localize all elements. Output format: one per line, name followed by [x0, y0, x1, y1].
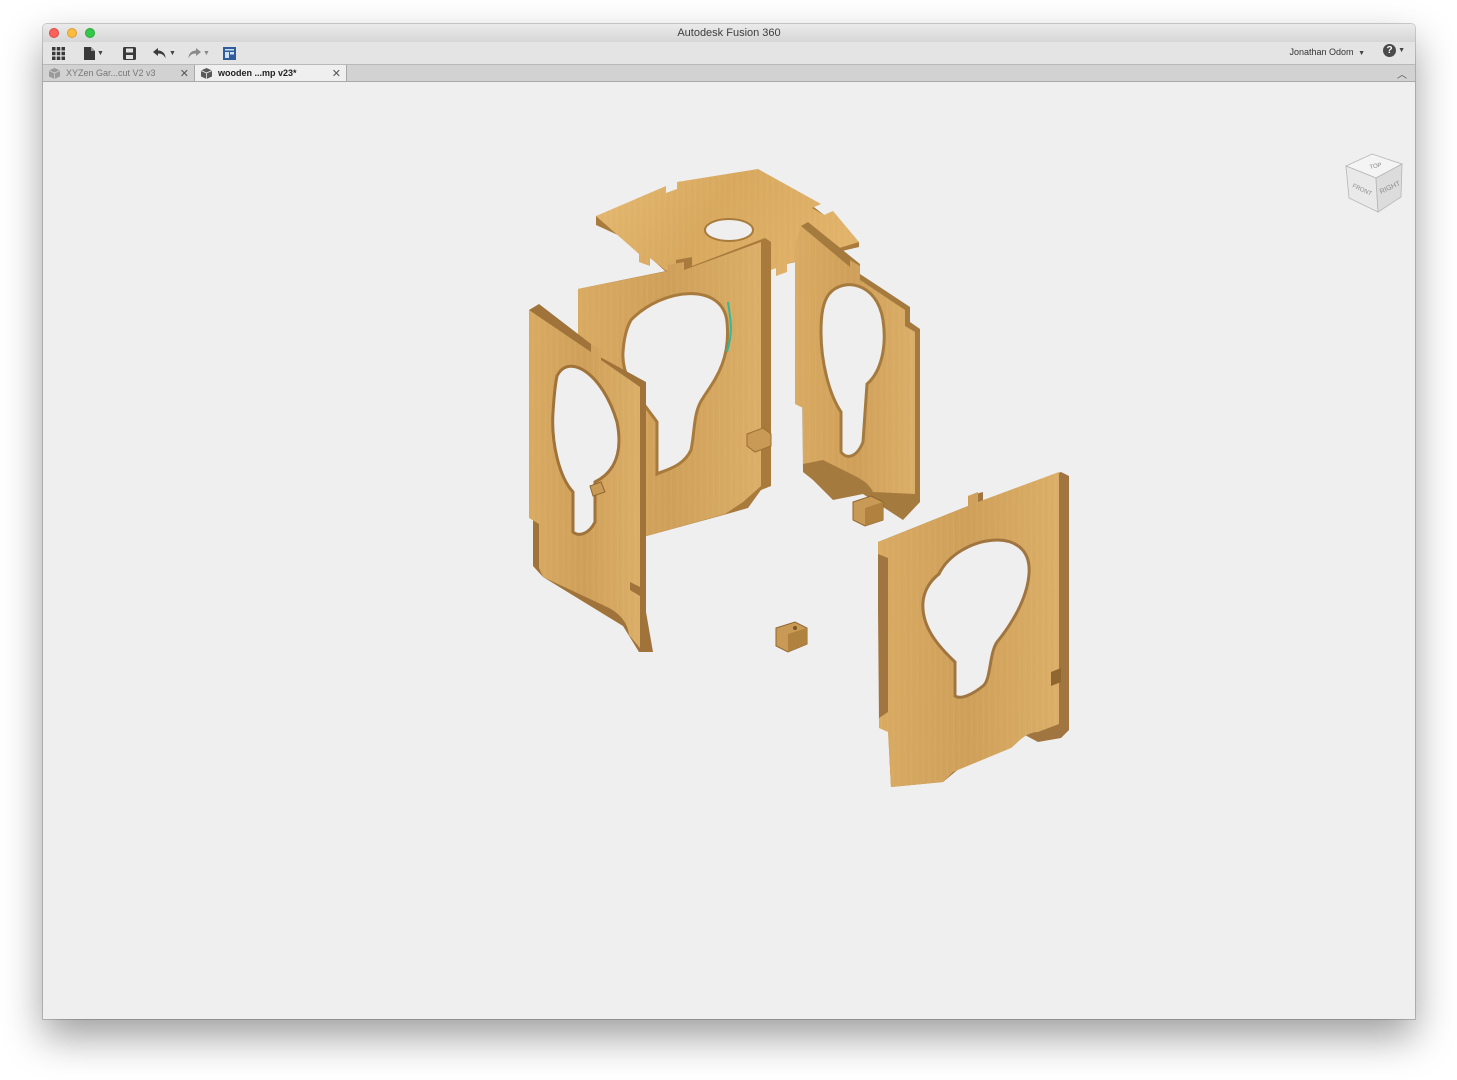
user-name: Jonathan Odom — [1289, 47, 1354, 57]
chevron-down-icon: ▼ — [1398, 47, 1405, 54]
job-status-button[interactable] — [223, 44, 236, 62]
window-title: Autodesk Fusion 360 — [677, 27, 781, 39]
box-icon — [49, 67, 60, 79]
close-icon[interactable]: ✕ — [180, 67, 189, 80]
connector-block-bottom[interactable] — [775, 621, 808, 653]
chevron-up-icon[interactable]: ︿ — [1397, 66, 1407, 81]
right-back-panel[interactable] — [795, 222, 920, 520]
save-button[interactable] — [123, 44, 136, 62]
undo-icon — [153, 47, 166, 58]
connector-block-middle[interactable] — [852, 495, 884, 527]
front-right-panel[interactable] — [878, 472, 1069, 787]
tab-label: XYZen Gar...cut V2 v3 — [66, 68, 156, 78]
chevron-down-icon: ▼ — [169, 49, 176, 57]
redo-icon — [188, 47, 201, 58]
file-icon — [84, 46, 95, 60]
3d-canvas[interactable]: TOP FRONT RIGHT — [43, 82, 1415, 1019]
save-icon — [123, 46, 136, 60]
data-panel-button[interactable] — [52, 44, 65, 62]
undo-button[interactable]: ▼ — [153, 44, 176, 62]
tab-label: wooden ...mp v23* — [218, 68, 297, 78]
grid-icon — [52, 46, 65, 60]
chevron-down-icon: ▼ — [203, 49, 210, 57]
help-menu-button[interactable]: ? ▼ — [1383, 44, 1405, 57]
document-tab-bar: XYZen Gar...cut V2 v3 ✕ wooden ...mp v23… — [43, 65, 1415, 82]
redo-button[interactable]: ▼ — [187, 44, 210, 62]
app-window: Autodesk Fusion 360 ▼ ▼ ▼ Jonathan Odom … — [43, 24, 1415, 1019]
chevron-down-icon: ▼ — [97, 49, 104, 57]
file-menu-button[interactable]: ▼ — [84, 44, 104, 62]
user-account-menu[interactable]: Jonathan Odom ▼ — [1290, 47, 1366, 57]
title-bar: Autodesk Fusion 360 — [43, 24, 1415, 43]
document-tab-xyzen[interactable]: XYZen Gar...cut V2 v3 ✕ — [43, 65, 195, 81]
job-status-icon — [223, 46, 236, 60]
box-icon — [201, 67, 212, 79]
viewcube[interactable]: TOP FRONT RIGHT — [1344, 153, 1404, 213]
help-icon: ? — [1383, 44, 1397, 57]
document-tab-wooden-lamp[interactable]: wooden ...mp v23* ✕ — [195, 65, 347, 81]
quick-access-toolbar: ▼ ▼ ▼ Jonathan Odom ▼ ? ▼ — [43, 42, 1415, 65]
wooden-lamp-model[interactable]: TOP FRONT RIGHT — [43, 82, 1415, 1019]
close-icon[interactable]: ✕ — [332, 67, 341, 80]
chevron-down-icon: ▼ — [1358, 50, 1365, 57]
